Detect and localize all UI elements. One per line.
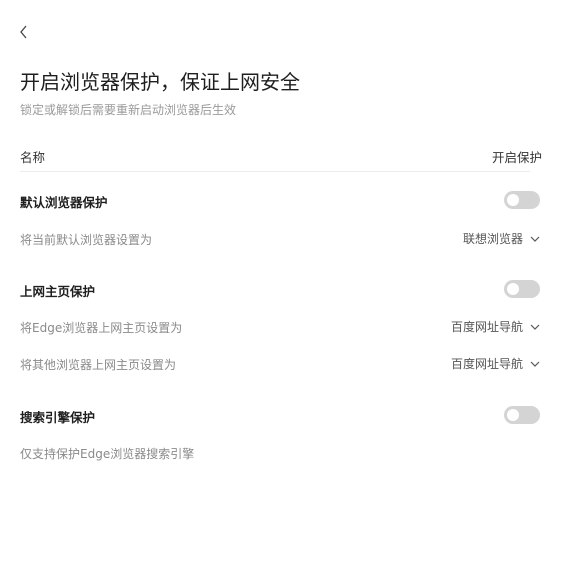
column-header-status: 开启保护 (491, 150, 542, 165)
section-title-search-engine: 搜索引擎保护 (20, 410, 96, 425)
toggle-default-browser-protection[interactable] (504, 191, 540, 209)
page-subtitle: 锁定或解锁后需要重新启动浏览器后生效 (20, 103, 237, 117)
edge-homepage-label: 将Edge浏览器上网主页设置为 (20, 321, 183, 335)
toggle-homepage-protection[interactable] (504, 280, 540, 298)
search-engine-note: 仅支持保护Edge浏览器搜索引擎 (20, 447, 195, 461)
default-browser-label: 将当前默认浏览器设置为 (20, 233, 153, 247)
default-browser-dropdown[interactable]: 联想浏览器 (463, 230, 541, 247)
chevron-down-icon (530, 361, 540, 367)
edge-homepage-dropdown[interactable]: 百度网址导航 (451, 318, 541, 335)
column-header-name: 名称 (20, 150, 46, 165)
toggle-knob (507, 194, 519, 206)
default-browser-value: 联想浏览器 (462, 232, 523, 246)
toggle-knob (507, 283, 519, 295)
section-title-default-browser: 默认浏览器保护 (20, 195, 108, 210)
page-title: 开启浏览器保护，保证上网安全 (20, 70, 300, 94)
section-title-homepage: 上网主页保护 (20, 284, 96, 299)
edge-homepage-value: 百度网址导航 (450, 320, 523, 334)
chevron-down-icon (530, 324, 540, 330)
toggle-knob (507, 409, 519, 421)
back-button[interactable] (14, 22, 34, 42)
chevron-left-icon (20, 25, 27, 39)
other-homepage-dropdown[interactable]: 百度网址导航 (451, 355, 541, 372)
toggle-search-engine-protection[interactable] (504, 406, 540, 424)
other-homepage-label: 将其他浏览器上网主页设置为 (20, 358, 177, 372)
header-divider (20, 171, 530, 172)
chevron-down-icon (530, 236, 540, 242)
other-homepage-value: 百度网址导航 (450, 357, 523, 371)
